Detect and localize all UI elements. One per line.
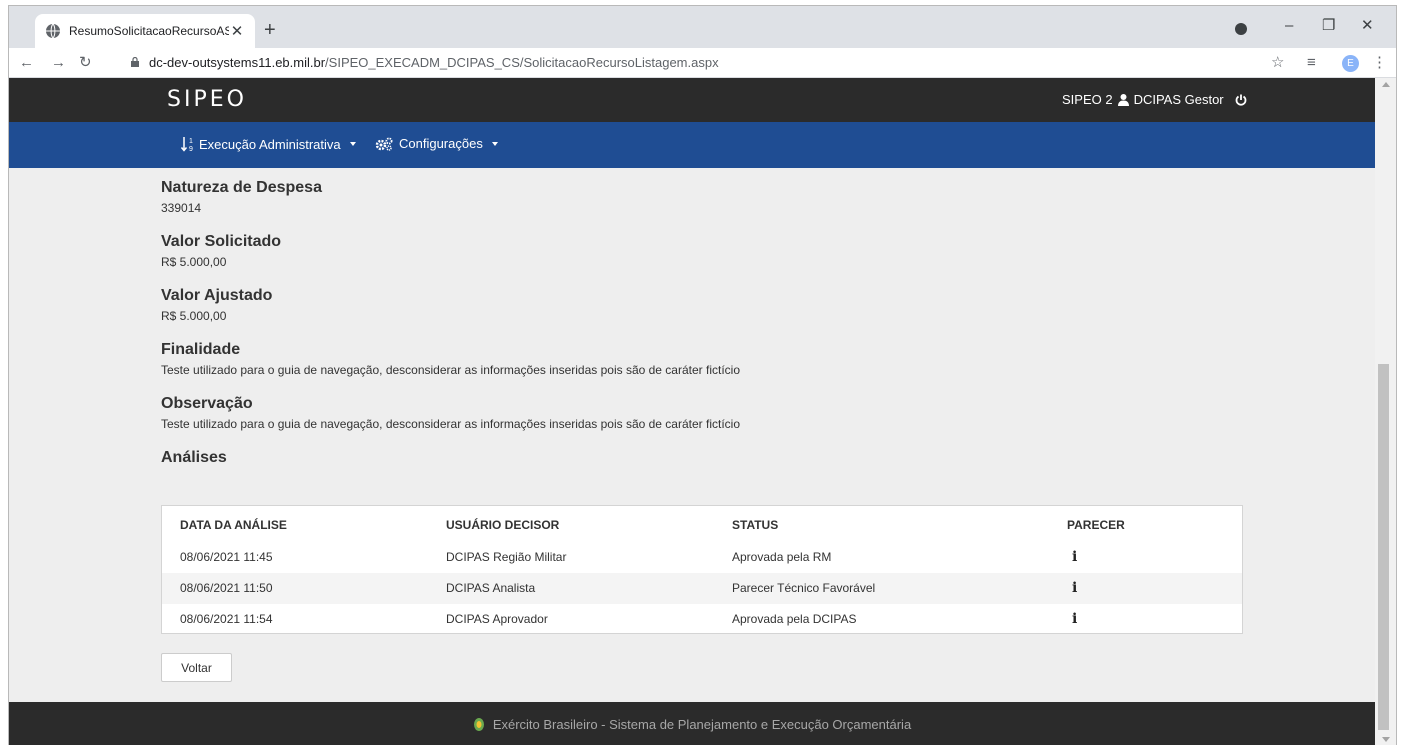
- footer-text: Exército Brasileiro - Sistema de Planeja…: [492, 716, 912, 732]
- field-label: Valor Ajustado: [161, 287, 273, 304]
- svg-text:9: 9: [189, 146, 193, 152]
- caret-down-icon: [349, 142, 356, 146]
- address-bar[interactable]: dc-dev-outsystems11.eb.mil.br/SIPEO_EXEC…: [149, 55, 719, 70]
- field-observacao: Observação Teste utilizado para o guia d…: [161, 394, 1251, 432]
- field-label: Observação: [161, 395, 253, 412]
- cell-status: Parecer Técnico Favorável: [732, 581, 876, 595]
- svg-text:1: 1: [189, 138, 193, 145]
- scroll-thumb[interactable]: [1378, 364, 1389, 730]
- cell-status: Aprovada pela DCIPAS: [732, 612, 857, 626]
- field-valor-ajustado: Valor Ajustado R$ 5.000,00: [161, 286, 1251, 324]
- page-scrollbar[interactable]: [1375, 78, 1396, 745]
- main-menu: 1 9 Execução Administrativa Configuraçõe…: [9, 122, 1375, 168]
- bookmark-star-icon[interactable]: ☆: [1271, 53, 1284, 73]
- forward-arrow-icon[interactable]: →: [51, 53, 66, 73]
- column-header: STATUS: [732, 518, 779, 532]
- app-logo[interactable]: SIPEO: [167, 87, 247, 112]
- menu-execucao-administrativa[interactable]: 1 9 Execução Administrativa: [181, 136, 356, 152]
- column-header: DATA DA ANÁLISE: [180, 518, 287, 532]
- user-info: SIPEO 2 DCIPAS Gestor: [1062, 92, 1247, 107]
- cell-data: 08/06/2021 11:50: [180, 581, 273, 595]
- army-emblem-icon: [473, 717, 484, 731]
- cell-data: 08/06/2021 11:54: [180, 612, 273, 626]
- window-close-icon[interactable]: ✕: [1361, 16, 1374, 36]
- field-finalidade: Finalidade Teste utilizado para o guia d…: [161, 340, 1251, 378]
- cell-usuario: DCIPAS Analista: [446, 581, 536, 595]
- close-tab-icon[interactable]: ✕: [229, 22, 245, 40]
- browser-window: ResumoSolicitacaoRecursoAS ✕ + – ❐ ✕ ← →…: [8, 5, 1397, 745]
- field-valor-solicitado: Valor Solicitado R$ 5.000,00: [161, 232, 1251, 270]
- sort-numeric-icon: 1 9: [181, 137, 193, 152]
- menu-execucao-label: Execução Administrativa: [199, 136, 341, 152]
- back-arrow-icon[interactable]: ←: [19, 53, 34, 73]
- table-header: DATA DA ANÁLISE USUÁRIO DECISOR STATUS P…: [162, 506, 1242, 542]
- section-title-analises: Análises: [161, 449, 227, 466]
- cell-usuario: DCIPAS Aprovador: [446, 612, 548, 626]
- page-viewport: SIPEO SIPEO 2 DCIPAS Gestor 1 9 Execução…: [9, 78, 1375, 745]
- minimize-icon[interactable]: –: [1285, 16, 1293, 36]
- field-label: Valor Solicitado: [161, 233, 282, 250]
- caret-down-icon: [491, 141, 498, 146]
- gears-icon: [375, 137, 393, 151]
- field-label: Natureza de Despesa: [161, 179, 322, 196]
- column-header: PARECER: [1067, 518, 1125, 532]
- info-icon[interactable]: i: [1072, 611, 1077, 627]
- info-icon[interactable]: i: [1072, 580, 1077, 596]
- media-queue-icon[interactable]: ≡: [1307, 53, 1316, 73]
- user-name[interactable]: DCIPAS Gestor: [1134, 92, 1224, 107]
- system-name: SIPEO 2: [1062, 92, 1113, 107]
- new-tab-button[interactable]: +: [264, 20, 276, 40]
- user-icon: [1117, 93, 1129, 106]
- info-icon[interactable]: i: [1072, 549, 1077, 565]
- tab-title: ResumoSolicitacaoRecursoAS: [69, 24, 229, 38]
- restore-icon[interactable]: ❐: [1322, 16, 1335, 36]
- scroll-down-arrow-icon[interactable]: [1382, 737, 1390, 742]
- lock-icon: [131, 57, 139, 67]
- cell-usuario: DCIPAS Região Militar: [446, 550, 567, 564]
- scroll-up-arrow-icon[interactable]: [1382, 82, 1390, 87]
- globe-icon: [46, 23, 60, 39]
- voltar-button[interactable]: Voltar: [161, 653, 232, 682]
- table-row: 08/06/2021 11:45 DCIPAS Região Militar A…: [162, 542, 1242, 573]
- field-value: R$ 5.000,00: [161, 309, 227, 323]
- detail-content: Natureza de Despesa 339014 Valor Solicit…: [161, 178, 1251, 468]
- field-value: 339014: [161, 201, 202, 215]
- profile-avatar[interactable]: E: [1342, 55, 1359, 72]
- tab-strip: ResumoSolicitacaoRecursoAS ✕ + – ❐ ✕: [9, 6, 1396, 48]
- url-path: /SIPEO_EXECADM_DCIPAS_CS/SolicitacaoRecu…: [325, 55, 719, 70]
- column-header: USUÁRIO DECISOR: [446, 518, 560, 532]
- table-row: 08/06/2021 11:50 DCIPAS Analista Parecer…: [162, 573, 1242, 604]
- field-value: Teste utilizado para o guia de navegação…: [161, 363, 740, 377]
- browser-tab[interactable]: ResumoSolicitacaoRecursoAS ✕: [35, 14, 255, 48]
- app-footer: Exército Brasileiro - Sistema de Planeja…: [9, 702, 1375, 745]
- analises-table: DATA DA ANÁLISE USUÁRIO DECISOR STATUS P…: [161, 505, 1243, 634]
- menu-configuracoes-label: Configurações: [399, 136, 483, 151]
- menu-kebab-icon[interactable]: ⋮: [1372, 53, 1387, 73]
- reload-icon[interactable]: ↻: [79, 53, 92, 73]
- url-host: dc-dev-outsystems11.eb.mil.br: [149, 55, 326, 70]
- field-label: Finalidade: [161, 341, 241, 358]
- browser-toolbar: ← → ↻ dc-dev-outsystems11.eb.mil.br/SIPE…: [9, 48, 1396, 78]
- field-value: R$ 5.000,00: [161, 255, 227, 269]
- app-header: SIPEO SIPEO 2 DCIPAS Gestor: [9, 78, 1375, 122]
- cell-status: Aprovada pela RM: [732, 550, 832, 564]
- field-value: Teste utilizado para o guia de navegação…: [161, 417, 740, 431]
- field-natureza-despesa: Natureza de Despesa 339014: [161, 178, 1251, 216]
- incognito-indicator-icon[interactable]: [1235, 23, 1247, 35]
- menu-configuracoes[interactable]: Configurações: [375, 136, 498, 151]
- table-row: 08/06/2021 11:54 DCIPAS Aprovador Aprova…: [162, 604, 1242, 635]
- power-icon[interactable]: [1235, 94, 1247, 106]
- cell-data: 08/06/2021 11:45: [180, 550, 273, 564]
